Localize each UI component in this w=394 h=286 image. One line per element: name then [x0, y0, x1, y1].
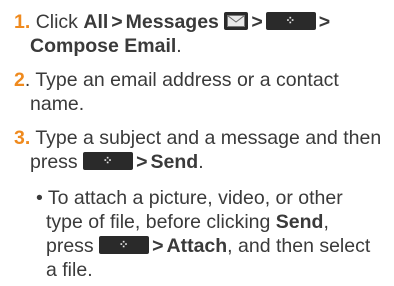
- step-1-line-1: 1. Click All > Messages > ⁘ >: [14, 10, 333, 34]
- separator: >: [251, 11, 263, 33]
- sub-bullet-text-line-4: a file.: [46, 259, 93, 281]
- step-1-compose-email: Compose Email: [30, 35, 177, 57]
- step-1-click: Click: [35, 11, 78, 33]
- bullet-point: •: [36, 187, 43, 209]
- step-3-press: press: [30, 151, 78, 173]
- separator: >: [318, 11, 331, 33]
- blackberry-menu-key-icon: ⁘: [265, 12, 316, 30]
- step-1-line-2: Compose Email.: [30, 34, 182, 58]
- sub-bullet-press: press: [46, 235, 94, 257]
- sub-bullet-line-1: • To attach a picture, video, or other: [36, 186, 343, 210]
- separator: >: [152, 235, 164, 257]
- blackberry-menu-key-icon: ⁘: [83, 152, 134, 170]
- envelope-icon: [224, 12, 249, 30]
- separator: >: [111, 11, 123, 33]
- step-3-period: .: [198, 151, 204, 173]
- sub-bullet-send: Send: [275, 211, 324, 233]
- sub-bullet-line-3: press ⁘ > Attach, and then select: [46, 234, 370, 258]
- sub-bullet-text-line-2: type of file, before clicking: [46, 211, 271, 233]
- step-1-period: .: [176, 35, 182, 57]
- step-1-number: 1.: [14, 11, 31, 33]
- step-3-line-2: press ⁘ > Send.: [30, 150, 204, 174]
- step-2-text-line-2: name.: [30, 93, 85, 115]
- step-3-text-line-1: Type a subject and a message and then: [35, 127, 382, 149]
- step-2-text-line-1: . Type an email address or a contact: [24, 69, 339, 91]
- sub-bullet-line-2: type of file, before clicking Send,: [46, 210, 329, 234]
- blackberry-menu-key-icon: ⁘: [99, 236, 150, 254]
- step-1-messages: Messages: [125, 11, 219, 33]
- separator: >: [136, 151, 148, 173]
- sub-bullet-text-line-1: To attach a picture, video, or other: [47, 187, 343, 209]
- step-2-line-2: name.: [30, 92, 84, 116]
- sub-bullet-text-line-3: , and then select: [227, 235, 371, 257]
- sub-bullet-line-4: a file.: [46, 258, 93, 282]
- step-3-send: Send: [150, 151, 199, 173]
- step-3-line-1: 3. Type a subject and a message and then: [14, 126, 381, 150]
- step-1-all: All: [83, 11, 109, 33]
- step-2-number: 2: [14, 69, 25, 91]
- sub-bullet-attach: Attach: [166, 235, 228, 257]
- step-3-number: 3.: [14, 127, 31, 149]
- sub-bullet-comma: ,: [323, 211, 329, 233]
- step-2-line-1: 2. Type an email address or a contact: [14, 68, 339, 92]
